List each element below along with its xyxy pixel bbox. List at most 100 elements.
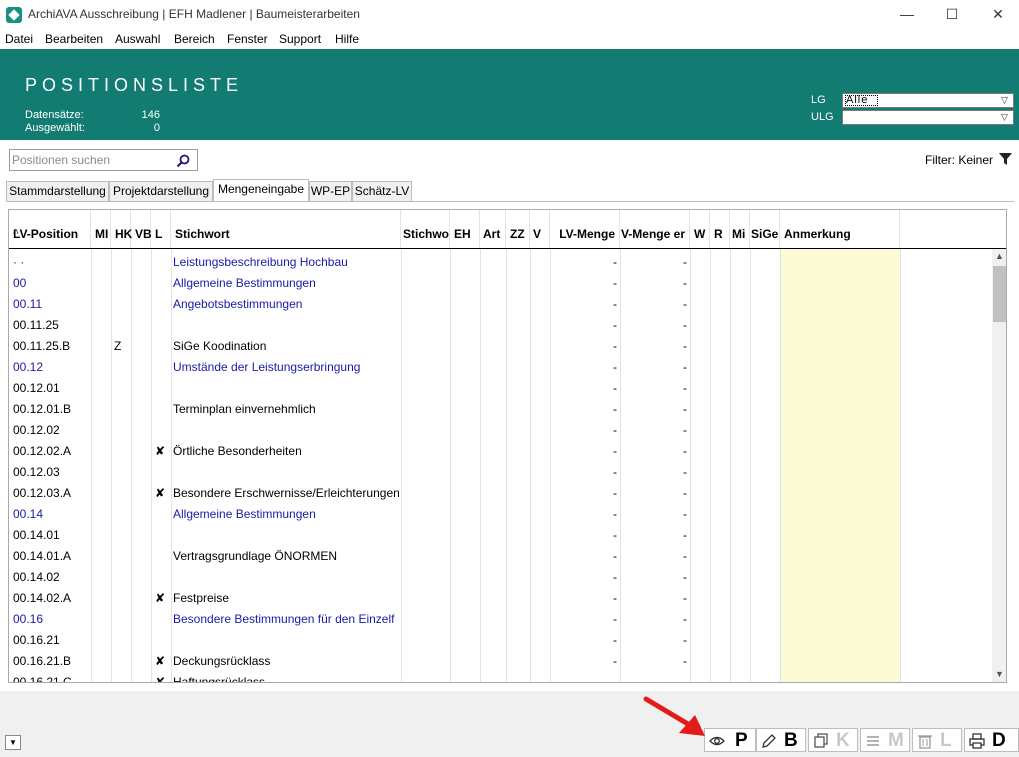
v-menge-cell: - <box>683 654 687 668</box>
table-row[interactable]: 00.12.02 - - <box>9 419 993 440</box>
table-row[interactable]: 00.14.02 - - <box>9 566 993 587</box>
table-row[interactable]: 00.11.25.B Z SiGe Koodination - - <box>9 335 993 356</box>
maximize-button[interactable]: ☐ <box>929 0 975 30</box>
minimize-button[interactable]: — <box>884 0 930 30</box>
scroll-down-icon[interactable]: ▼ <box>992 667 1006 682</box>
v-menge-cell: - <box>683 507 687 521</box>
filter-icon[interactable] <box>999 153 1012 166</box>
col-header-vb[interactable]: VB <box>131 210 152 248</box>
lv-menge-cell: - <box>613 318 617 332</box>
lg-select[interactable]: Alle ▽ <box>842 93 1014 108</box>
col-header-mi2[interactable]: Mi <box>730 210 750 248</box>
col-header-hk[interactable]: HK <box>111 210 132 248</box>
lv-position-cell: 00.12.02 <box>13 423 60 437</box>
table-row[interactable]: 00.14.01 - - <box>9 524 993 545</box>
dropdown-toggle[interactable]: ▼ <box>5 735 21 750</box>
lv-menge-cell: - <box>613 486 617 500</box>
lv-position-cell: 00.14.01 <box>13 528 60 542</box>
table-row[interactable]: 00.12.01 - - <box>9 377 993 398</box>
table-row[interactable]: 00.12.01.B Terminplan einvernehmlich - - <box>9 398 993 419</box>
col-header-l[interactable]: L <box>151 210 171 248</box>
list-button[interactable]: M <box>860 728 910 752</box>
bottom-bar: ▼ P B K M L D <box>0 691 1019 757</box>
tab-stammdarstellung[interactable]: Stammdarstellung <box>6 181 109 201</box>
delete-button[interactable]: L <box>912 728 962 752</box>
lv-position-cell: 00.16.21 <box>13 633 60 647</box>
lv-position-cell: 00.16.21.C <box>13 675 72 683</box>
table-row[interactable]: 00.11.25 - - <box>9 314 993 335</box>
menu-hilfe[interactable]: Hilfe <box>335 32 359 46</box>
v-menge-cell: - <box>683 360 687 374</box>
col-header-zz[interactable]: ZZ <box>506 210 530 248</box>
menu-support[interactable]: Support <box>279 32 321 46</box>
l-cell: ✘ <box>155 486 166 500</box>
scroll-thumb[interactable] <box>993 266 1006 322</box>
table-row[interactable]: 00.12.03 - - <box>9 461 993 482</box>
search-box[interactable] <box>9 149 198 171</box>
col-header-eh[interactable]: EH <box>450 210 480 248</box>
lv-position-cell: 00.12.01.B <box>13 402 72 416</box>
menu-datei[interactable]: Datei <box>5 32 33 46</box>
col-header-w[interactable]: W <box>690 210 710 248</box>
col-header-art[interactable]: Art <box>480 210 506 248</box>
col-header-lv-menge[interactable]: LV-Menge <box>550 210 620 248</box>
col-header-lv-position[interactable]: ˄ LV-Position <box>9 210 91 248</box>
tab-schaetz-lv[interactable]: Schätz-LV <box>352 181 412 201</box>
menu-fenster[interactable]: Fenster <box>227 32 268 46</box>
print-button[interactable]: D <box>964 728 1019 752</box>
menu-auswahl[interactable]: Auswahl <box>115 32 160 46</box>
lv-position-cell: 00.12 <box>13 360 44 374</box>
tab-mengeneingabe[interactable]: Mengeneingabe <box>213 179 309 201</box>
search-icon[interactable] <box>175 153 191 169</box>
col-header-stichwort2[interactable]: Stichwo <box>401 210 450 248</box>
table-row[interactable]: 00.14.01.A Vertragsgrundlage ÖNORMEN - - <box>9 545 993 566</box>
ulg-select[interactable]: ▽ <box>842 110 1014 125</box>
table-row[interactable]: 00 Allgemeine Bestimmungen - - <box>9 272 993 293</box>
page-title: POSITIONSLISTE <box>25 75 244 95</box>
col-header-sige[interactable]: SiGe <box>750 210 780 248</box>
table-row[interactable]: 00.11 Angebotsbestimmungen - - <box>9 293 993 314</box>
stichwort-cell: Haftungsrücklass <box>173 675 266 683</box>
col-header-r[interactable]: R <box>710 210 730 248</box>
lv-position-cell: 00.14.02 <box>13 570 60 584</box>
table-row[interactable]: 00.12.02.A ✘ Örtliche Besonderheiten - - <box>9 440 993 461</box>
table-row[interactable]: 00.16 Besondere Bestimmungen für den Einz… <box>9 608 993 629</box>
positions-grid[interactable]: ˄ LV-Position MI HK VB L Stichwort Stich… <box>8 209 1007 683</box>
table-row[interactable]: 00.12 Umstände der Leistungserbringung - - <box>9 356 993 377</box>
l-cell: ✘ <box>155 591 166 605</box>
lv-menge-cell: - <box>613 444 617 458</box>
lv-position-cell: 00.12.03 <box>13 465 60 479</box>
table-row[interactable]: 00.14 Allgemeine Bestimmungen - - <box>9 503 993 524</box>
table-row[interactable]: · · Leistungsbeschreibung Hochbau - - <box>9 251 993 272</box>
selected-count: 0 <box>153 122 160 134</box>
table-row[interactable]: 00.16.21.B ✘ Deckungsrücklass - - <box>9 650 993 671</box>
edit-button[interactable]: B <box>756 728 806 752</box>
table-row[interactable]: 00.12.03.A ✘ Besondere Erschwernisse/Erlei… <box>9 482 993 503</box>
scroll-up-icon[interactable]: ▲ <box>992 249 1006 264</box>
search-input[interactable] <box>12 152 172 168</box>
col-header-stichwort[interactable]: Stichwort <box>171 210 401 248</box>
lv-position-cell: 00.11 <box>13 297 43 311</box>
lv-position-cell: 00.14.01.A <box>13 549 72 563</box>
lg-value: Alle <box>846 94 869 106</box>
copy-icon <box>814 733 828 748</box>
table-row[interactable]: 00.16.21 - - <box>9 629 993 650</box>
lv-menge-cell: - <box>613 255 617 269</box>
lv-menge-cell: - <box>613 465 617 479</box>
col-header-anmerkung[interactable]: Anmerkung <box>780 210 900 248</box>
table-row[interactable]: 00.14.02.A ✘ Festpreise - - <box>9 587 993 608</box>
preview-button[interactable]: P <box>704 728 756 752</box>
copy-button[interactable]: K <box>808 728 858 752</box>
menu-bereich[interactable]: Bereich <box>174 32 215 46</box>
menu-bearbeiten[interactable]: Bearbeiten <box>45 32 103 46</box>
col-header-v[interactable]: V <box>530 210 550 248</box>
col-header-mi[interactable]: MI <box>91 210 111 248</box>
tab-projektdarstellung[interactable]: Projektdarstellung <box>109 181 213 201</box>
close-button[interactable]: ✕ <box>975 0 1019 30</box>
pencil-icon <box>762 734 776 748</box>
vertical-scrollbar[interactable]: ▲ ▼ <box>992 249 1006 682</box>
table-row[interactable]: 00.16.21.C ✘ Haftungsrücklass - - <box>9 671 993 683</box>
col-header-v-menge[interactable]: V-Menge er <box>620 210 690 248</box>
tab-wp-ep[interactable]: WP-EP <box>309 181 352 201</box>
l-cell: ✘ <box>155 444 166 458</box>
